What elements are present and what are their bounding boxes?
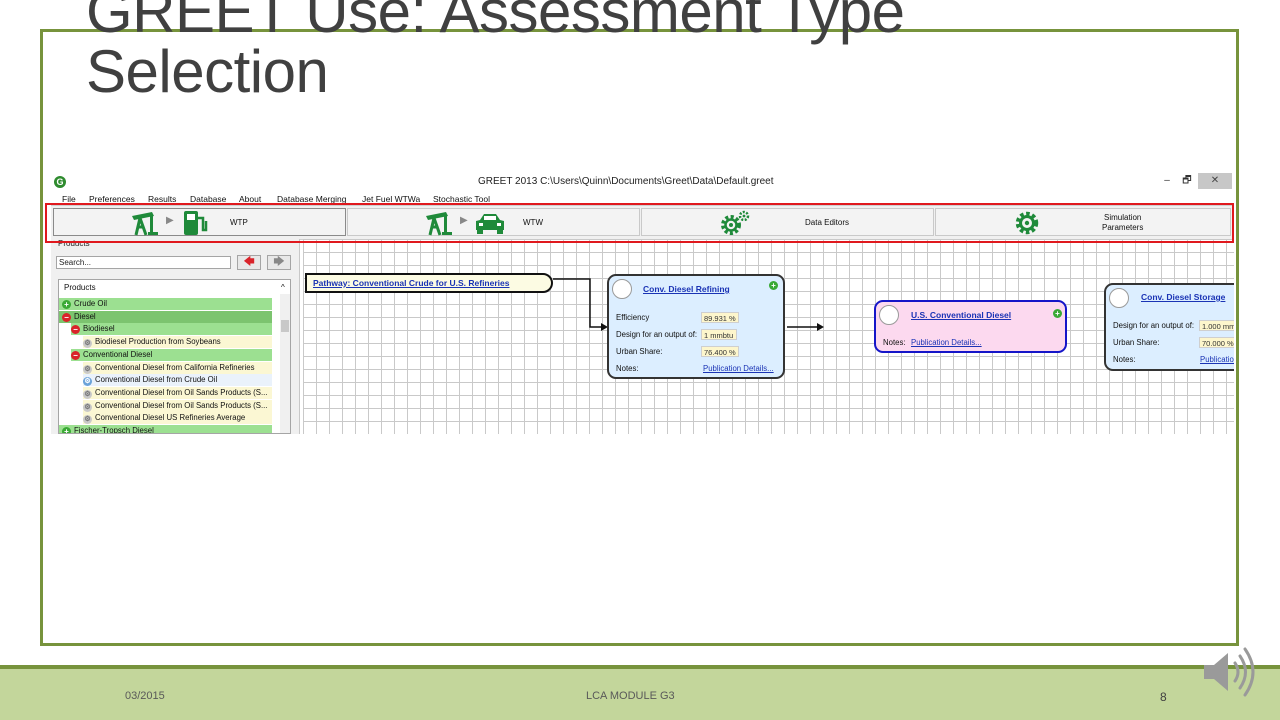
node-status-circle — [1109, 288, 1129, 308]
tree-item-label: Conventional Diesel from California Refi… — [95, 362, 255, 372]
tree-item[interactable]: − Conventional Diesel — [71, 348, 272, 361]
design-output-value[interactable]: 1 mmbtu — [701, 329, 737, 340]
maximize-button[interactable]: 🗗 — [1177, 173, 1197, 189]
tree-item[interactable]: + Crude Oil — [59, 298, 272, 310]
tree-item[interactable]: − Biodiesel — [71, 323, 272, 336]
efficiency-label: Efficiency — [616, 313, 650, 322]
tree-item[interactable]: ⚙ Conventional Diesel from Oil Sands Prod… — [83, 399, 272, 412]
urban-share-label: Urban Share: — [1113, 338, 1160, 347]
slide-title-line2: Selection — [86, 38, 329, 105]
tree-item-label: Conventional Diesel from Oil Sands Produ… — [95, 387, 268, 397]
tree-item-label: Conventional Diesel — [83, 349, 153, 359]
footer-module: LCA MODULE G3 — [586, 690, 675, 702]
tree-item[interactable]: ⚙ Conventional Diesel from Oil Sands Prod… — [83, 386, 272, 399]
notes-label: Notes: — [616, 364, 639, 373]
process-node-storage[interactable]: Conv. Diesel Storage + Design for an out… — [1104, 283, 1234, 371]
collapse-icon[interactable]: − — [62, 312, 71, 322]
tree-item-label: Fischer-Tropsch Diesel — [74, 426, 154, 434]
tree-item-label: Conventional Diesel from Crude Oil — [95, 375, 218, 385]
close-button[interactable]: ✕ — [1198, 173, 1232, 189]
forward-arrow-icon[interactable]: 🡆 — [267, 255, 291, 270]
speaker-icon[interactable] — [1200, 644, 1264, 700]
slide-title: GREET Use: Assessment Type Selection — [86, 0, 905, 105]
process-node-refining[interactable]: Conv. Diesel Refining + Efficiency 89.93… — [607, 274, 785, 379]
tree-item-label: Conventional Diesel from Oil Sands Produ… — [95, 400, 268, 410]
efficiency-value[interactable]: 89.931 % — [701, 312, 739, 323]
collapse-icon[interactable]: − — [71, 350, 80, 360]
tree-header-label: Products — [64, 283, 96, 292]
node-title[interactable]: Conv. Diesel Refining — [643, 284, 730, 294]
tree-item-label: Crude Oil — [74, 299, 107, 308]
window-title: GREET 2013 C:\Users\Quinn\Documents\Gree… — [478, 176, 774, 187]
footer-date: 03/2015 — [125, 690, 165, 702]
tree-header: Products ^ — [59, 280, 290, 294]
pathway-link[interactable]: Pathway: Conventional Crude for U.S. Ref… — [313, 278, 509, 288]
node-title[interactable]: U.S. Conventional Diesel — [911, 310, 1011, 320]
tree-item[interactable]: ⚙ Conventional Diesel from Crude Oil — [83, 374, 272, 387]
tree-item-label: Diesel — [74, 311, 96, 321]
scroll-up-arrow[interactable]: ^ — [281, 283, 285, 292]
pathway-label[interactable]: Pathway: Conventional Crude for U.S. Ref… — [305, 273, 553, 293]
design-output-label: Design for an output of: — [616, 330, 698, 339]
tree-item[interactable]: + Fischer-Tropsch Diesel — [59, 425, 272, 434]
gear-icon: ⚙ — [83, 415, 92, 425]
gear-icon: ⚙ — [83, 402, 92, 412]
page-number: 8 — [1160, 690, 1167, 704]
product-node-us-diesel[interactable]: U.S. Conventional Diesel + Notes: Public… — [874, 300, 1067, 353]
node-status-circle — [612, 279, 632, 299]
tree-scrollbar[interactable] — [280, 294, 290, 433]
app-logo-icon: G — [54, 176, 66, 188]
minimize-button[interactable]: – — [1157, 173, 1177, 189]
notes-label: Notes: — [1113, 355, 1136, 364]
node-status-circle — [879, 305, 899, 325]
gear-icon: ⚙ — [83, 339, 92, 349]
urban-share-label: Urban Share: — [616, 347, 663, 356]
window-titlebar: G GREET 2013 C:\Users\Quinn\Documents\Gr… — [51, 172, 1234, 192]
node-title[interactable]: Conv. Diesel Storage — [1141, 292, 1225, 302]
gear-icon: ⚙ — [83, 377, 92, 387]
tree-item[interactable]: ⚙ Conventional Diesel from California Ref… — [83, 361, 272, 374]
publication-details-link[interactable]: Publication Details... — [911, 338, 982, 347]
pathway-canvas[interactable]: Pathway: Conventional Crude for U.S. Ref… — [303, 239, 1234, 434]
tree-item-label: Conventional Diesel US Refineries Averag… — [95, 413, 246, 423]
tree-item[interactable]: − Diesel — [59, 310, 272, 323]
add-icon[interactable]: + — [1053, 309, 1062, 318]
footer-line — [0, 665, 1280, 669]
urban-share-value[interactable]: 70.000 % — [1199, 337, 1234, 348]
collapse-icon[interactable]: − — [71, 325, 80, 335]
tree-item[interactable]: ⚙ Conventional Diesel US Refineries Avera… — [83, 412, 272, 425]
gear-icon: ⚙ — [83, 389, 92, 399]
urban-share-value[interactable]: 76.400 % — [701, 346, 739, 357]
products-panel: Products 🡄 🡆 Products ^ +Crude Oil −Dies… — [51, 239, 300, 434]
back-arrow-icon[interactable]: 🡄 — [237, 255, 261, 270]
publication-details-link[interactable]: Publication Details... — [1200, 355, 1234, 364]
tree-item[interactable]: ⚙ Biodiesel Production from Soybeans — [83, 336, 272, 349]
design-output-label: Design for an output of: — [1113, 321, 1195, 330]
design-output-value[interactable]: 1.000 mmbtu — [1199, 320, 1234, 331]
products-tree: Products ^ + Crude Oil − Diesel − Biodiesel… — [58, 279, 291, 434]
expand-icon[interactable]: + — [62, 427, 71, 433]
tree-item-label: Biodiesel — [83, 324, 115, 334]
notes-label: Notes: — [883, 338, 906, 347]
publication-details-link[interactable]: Publication Details... — [703, 364, 774, 373]
scrollbar-thumb[interactable] — [281, 320, 289, 332]
gear-icon: ⚙ — [83, 364, 92, 374]
tree-item-label: Biodiesel Production from Soybeans — [95, 337, 221, 347]
add-icon[interactable]: + — [769, 281, 778, 290]
search-input[interactable] — [56, 256, 231, 269]
toolbar-highlight-box — [45, 203, 1234, 243]
expand-icon[interactable]: + — [62, 300, 71, 309]
